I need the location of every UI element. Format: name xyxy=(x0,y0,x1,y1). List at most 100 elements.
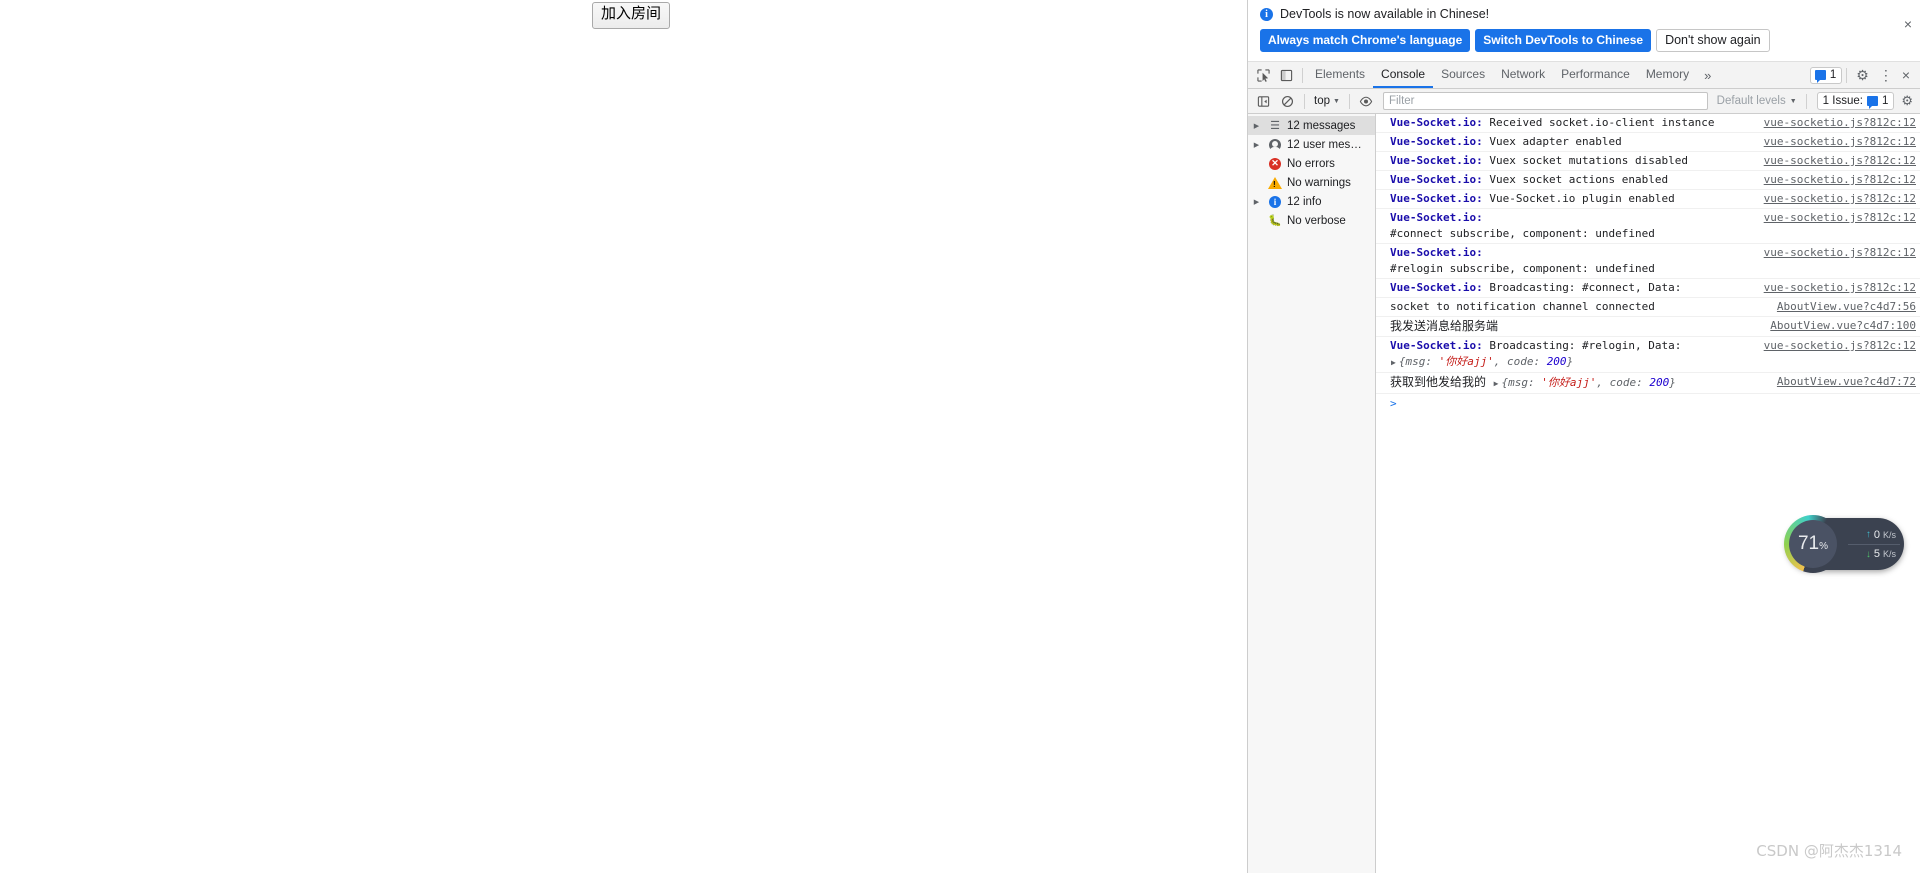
sidebar-item-warnings[interactable]: No warnings xyxy=(1248,173,1375,192)
console-message-row[interactable]: Vue-Socket.io: #connect subscribe, compo… xyxy=(1376,209,1920,244)
console-message-source-link[interactable]: vue-socketio.js?812c:12 xyxy=(1764,210,1920,226)
console-message-row[interactable]: 我发送消息给服务端 AboutView.vue?c4d7:100 xyxy=(1376,317,1920,337)
console-message-body: Broadcasting: #relogin, Data: xyxy=(1482,339,1682,352)
console-message-row[interactable]: Vue-Socket.io: Vuex adapter enabled vue-s… xyxy=(1376,133,1920,152)
console-message-source-link[interactable]: vue-socketio.js?812c:12 xyxy=(1764,115,1920,131)
tab-memory[interactable]: Memory xyxy=(1638,62,1697,88)
network-speed-rows: ↑ 0 K/s ↓ 5 K/s xyxy=(1848,524,1900,564)
cpu-usage-ring: 71% xyxy=(1784,515,1842,573)
console-message-body: 获取到他发给我的 xyxy=(1390,375,1487,389)
console-message-row[interactable]: Vue-Socket.io: Vuex socket mutations dis… xyxy=(1376,152,1920,171)
console-message-source-link[interactable]: AboutView.vue?c4d7:100 xyxy=(1770,318,1920,334)
console-object-preview[interactable]: ▶ {msg: '你好ajj', code: 200} xyxy=(1486,376,1676,389)
console-message-source-link[interactable]: vue-socketio.js?812c:12 xyxy=(1764,280,1920,296)
expand-arrow-icon[interactable]: ▶ xyxy=(1250,141,1263,149)
console-sidebar-toggle-icon[interactable] xyxy=(1252,90,1275,112)
object-string-value: '你好ajj' xyxy=(1541,376,1597,389)
console-filter-toolbar: top ▼ Default levels ▼ 1 Issue: 1 ⚙ xyxy=(1248,89,1920,114)
console-message-text: Vue-Socket.io: #connect subscribe, compo… xyxy=(1390,210,1764,242)
sidebar-item-verbose[interactable]: 🐛 No verbose xyxy=(1248,211,1375,230)
always-match-chrome-language-button[interactable]: Always match Chrome's language xyxy=(1260,29,1471,52)
console-message-text: Vue-Socket.io: #relogin subscribe, compo… xyxy=(1390,245,1764,277)
issues-counter-button[interactable]: 1 Issue: 1 xyxy=(1816,92,1895,110)
issues-counter-label: 1 Issue: xyxy=(1822,95,1863,107)
console-message-source-link[interactable]: vue-socketio.js?812c:12 xyxy=(1764,134,1920,150)
console-message-list[interactable]: Vue-Socket.io: Received socket.io-client… xyxy=(1376,114,1920,873)
sidebar-item-errors[interactable]: ✕ No errors xyxy=(1248,154,1375,173)
console-message-row[interactable]: Vue-Socket.io: Vuex socket actions enabl… xyxy=(1376,171,1920,190)
issue-message-icon xyxy=(1814,69,1826,83)
more-tabs-icon[interactable]: » xyxy=(1697,68,1718,83)
log-levels-selector[interactable]: Default levels ▼ xyxy=(1713,94,1801,108)
expand-arrow-icon[interactable]: ▶ xyxy=(1250,122,1263,130)
console-message-row[interactable]: 获取到他发给我的 ▶ {msg: '你好ajj', code: 200} About… xyxy=(1376,373,1920,394)
console-message-row[interactable]: Vue-Socket.io: Broadcasting: #connect, D… xyxy=(1376,279,1920,298)
console-message-source-link[interactable]: vue-socketio.js?812c:12 xyxy=(1764,245,1920,261)
console-prompt[interactable]: > xyxy=(1376,394,1920,412)
console-message-row[interactable]: Vue-Socket.io: #relogin subscribe, compo… xyxy=(1376,244,1920,279)
chevron-down-icon: ▼ xyxy=(1333,97,1340,105)
console-message-source-link[interactable]: AboutView.vue?c4d7:72 xyxy=(1777,374,1920,390)
tab-sources[interactable]: Sources xyxy=(1433,62,1493,88)
console-message-source-link[interactable]: vue-socketio.js?812c:12 xyxy=(1764,172,1920,188)
kebab-menu-icon[interactable]: ⋮ xyxy=(1874,67,1898,84)
upload-speed-value: 0 xyxy=(1873,528,1880,541)
execution-context-value: top xyxy=(1314,95,1330,107)
object-separator: , code: xyxy=(1596,376,1650,389)
log-levels-value: Default levels xyxy=(1716,95,1786,107)
console-message-tag: Vue-Socket.io: xyxy=(1390,192,1483,205)
object-prefix: {msg: xyxy=(1398,355,1439,368)
execution-context-selector[interactable]: top ▼ xyxy=(1310,94,1344,108)
expand-arrow-icon[interactable]: ▶ xyxy=(1250,198,1263,206)
console-message-source-link[interactable]: vue-socketio.js?812c:12 xyxy=(1764,153,1920,169)
switch-devtools-to-chinese-button[interactable]: Switch DevTools to Chinese xyxy=(1475,29,1652,52)
live-expression-icon[interactable] xyxy=(1355,90,1378,112)
network-speed-widget[interactable]: 71% ↑ 0 K/s ↓ 5 K/s xyxy=(1784,515,1904,573)
sidebar-item-messages[interactable]: ▶ ☰ 12 messages xyxy=(1248,116,1375,135)
console-message-text: Vue-Socket.io: Broadcasting: #relogin, D… xyxy=(1390,338,1764,371)
dont-show-again-button[interactable]: Don't show again xyxy=(1656,29,1770,52)
tab-console[interactable]: Console xyxy=(1373,62,1434,88)
console-message-tag: Vue-Socket.io: xyxy=(1390,339,1483,352)
console-message-row[interactable]: Vue-Socket.io: Received socket.io-client… xyxy=(1376,114,1920,133)
console-message-body: Vue-Socket.io plugin enabled xyxy=(1482,192,1675,205)
console-message-tag: Vue-Socket.io: xyxy=(1390,246,1483,259)
issues-counter-count: 1 xyxy=(1881,95,1889,107)
issues-badge-count: 1 xyxy=(1829,68,1837,81)
object-suffix: } xyxy=(1566,355,1574,368)
clear-console-icon[interactable] xyxy=(1276,90,1299,112)
close-devtools-icon[interactable]: × xyxy=(1898,67,1916,83)
page-viewport: 加入房间 xyxy=(0,0,1247,873)
tab-network[interactable]: Network xyxy=(1493,62,1553,88)
console-message-source-link[interactable]: vue-socketio.js?812c:12 xyxy=(1764,338,1920,354)
gear-icon[interactable]: ⚙ xyxy=(1895,93,1917,109)
console-object-preview[interactable]: ▶ {msg: '你好ajj', code: 200} xyxy=(1390,355,1573,368)
sidebar-item-label: 12 user mes… xyxy=(1287,138,1362,151)
filterbar-divider-1 xyxy=(1304,93,1305,109)
console-message-text: Vue-Socket.io: Broadcasting: #connect, D… xyxy=(1390,280,1764,296)
gear-icon[interactable]: ⚙ xyxy=(1851,67,1874,84)
console-message-row[interactable]: Vue-Socket.io: Broadcasting: #relogin, D… xyxy=(1376,337,1920,373)
console-message-source-link[interactable]: AboutView.vue?c4d7:56 xyxy=(1777,299,1920,315)
issues-badge[interactable]: 1 xyxy=(1809,66,1843,84)
arrow-down-icon: ↓ xyxy=(1865,548,1871,560)
tabstrip-actions: 1 ⚙ ⋮ × xyxy=(1809,66,1918,84)
console-message-row[interactable]: Vue-Socket.io: Vue-Socket.io plugin enab… xyxy=(1376,190,1920,209)
sidebar-item-user-messages[interactable]: ▶ 12 user mes… xyxy=(1248,135,1375,154)
close-icon[interactable]: × xyxy=(1904,17,1912,31)
console-message-tag: Vue-Socket.io: xyxy=(1390,135,1483,148)
inspect-element-icon[interactable] xyxy=(1252,64,1275,86)
expand-arrow-icon[interactable]: ▶ xyxy=(1390,358,1399,367)
console-message-row[interactable]: socket to notification channel connected… xyxy=(1376,298,1920,317)
join-room-button[interactable]: 加入房间 xyxy=(592,2,671,29)
filter-input[interactable] xyxy=(1382,92,1708,110)
console-message-text: socket to notification channel connected xyxy=(1390,299,1777,315)
object-suffix: } xyxy=(1669,376,1676,389)
tab-performance[interactable]: Performance xyxy=(1553,62,1638,88)
object-number-value: 200 xyxy=(1546,355,1567,368)
tab-elements[interactable]: Elements xyxy=(1307,62,1373,88)
console-message-source-link[interactable]: vue-socketio.js?812c:12 xyxy=(1764,191,1920,207)
console-message-body: Broadcasting: #connect, Data: xyxy=(1482,281,1682,294)
device-toolbar-icon[interactable] xyxy=(1275,64,1298,86)
sidebar-item-info[interactable]: ▶ i 12 info xyxy=(1248,192,1375,211)
